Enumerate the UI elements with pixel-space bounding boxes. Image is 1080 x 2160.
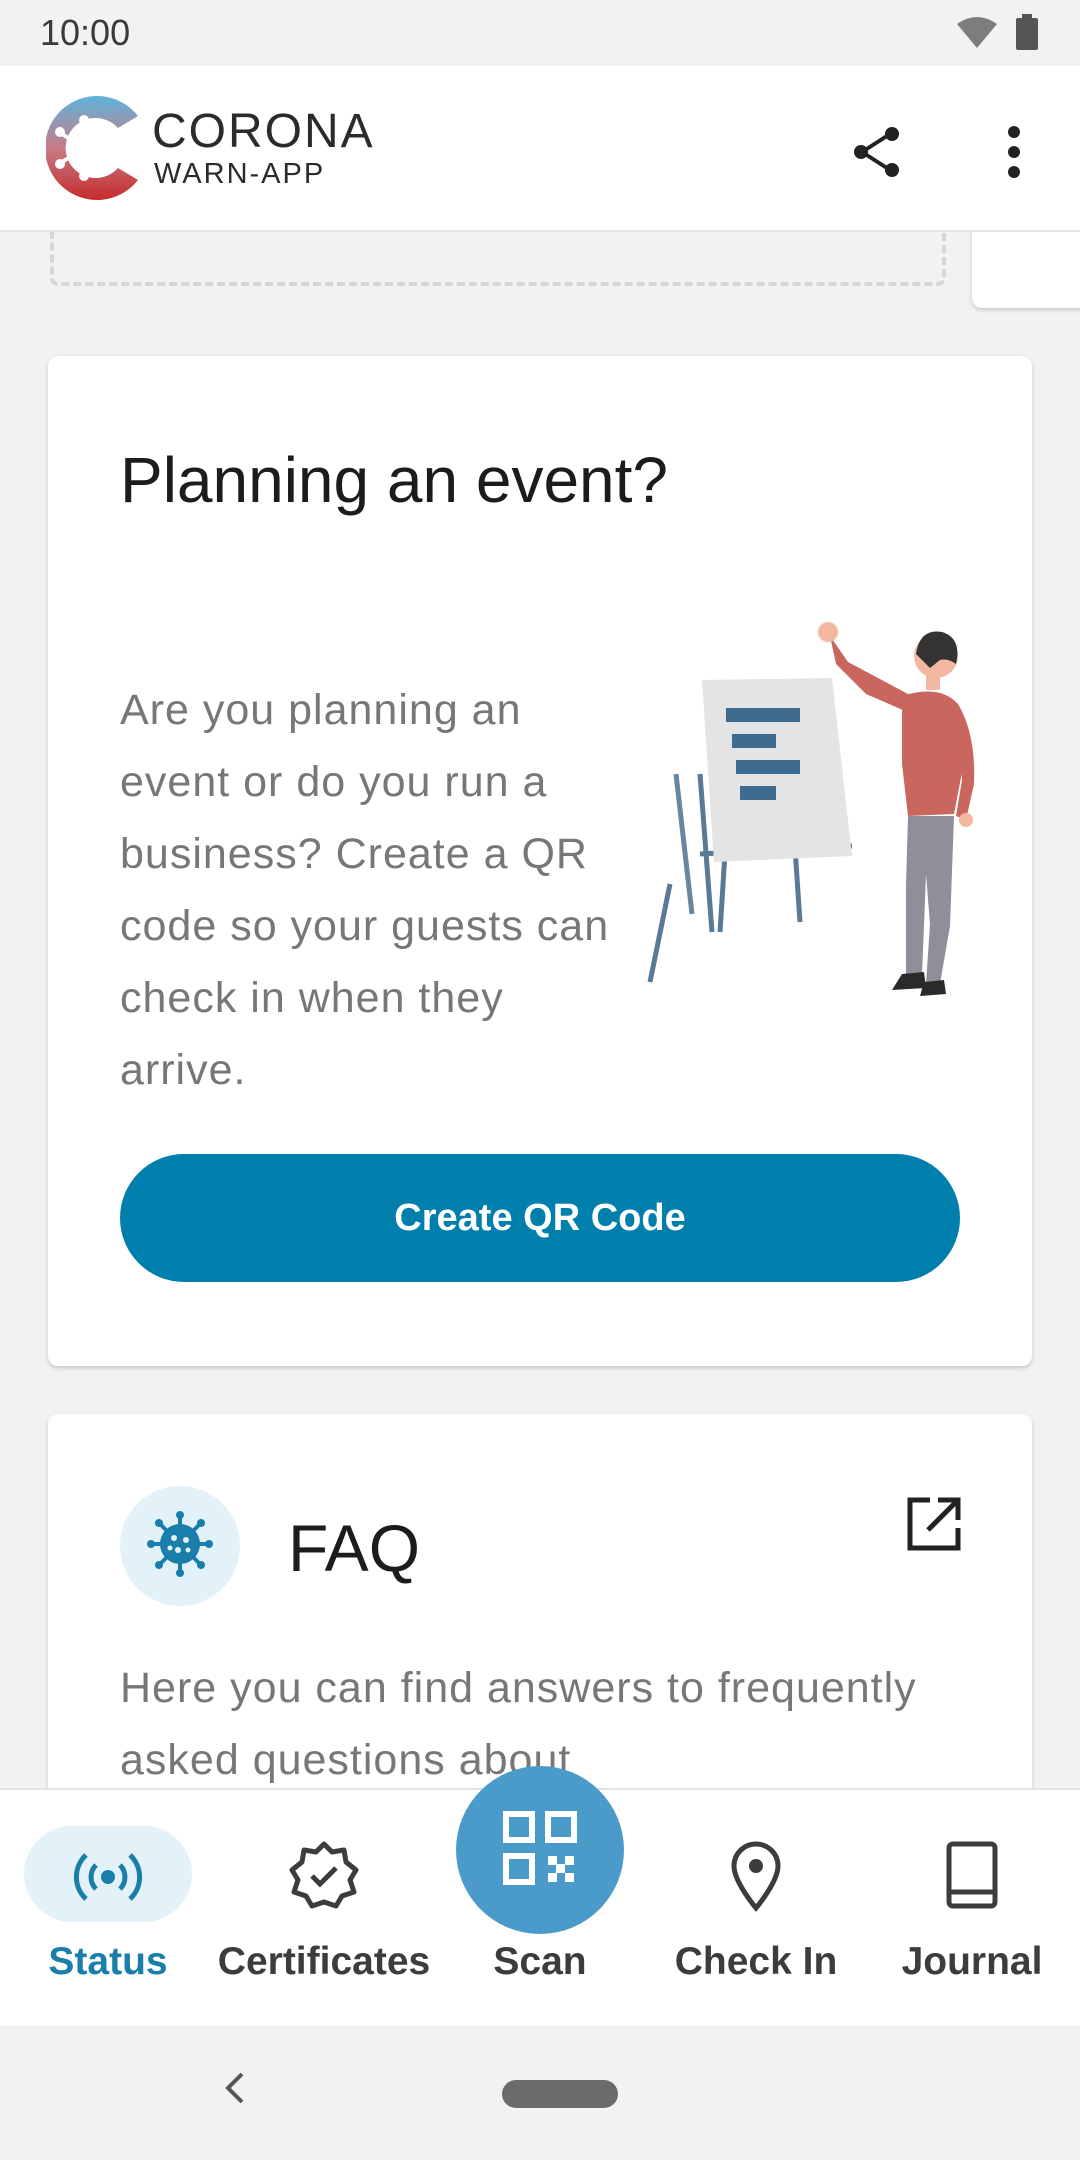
badge-check-icon — [216, 1840, 432, 1912]
app-bar: CORONA WARN-APP — [0, 66, 1080, 232]
create-qr-code-button[interactable]: Create QR Code — [120, 1154, 960, 1282]
status-time: 10:00 — [40, 12, 131, 53]
virus-icon — [146, 1510, 214, 1583]
presenter-illustration — [640, 584, 1020, 1009]
system-navigation-bar — [0, 2026, 1080, 2160]
location-pin-icon — [648, 1840, 864, 1912]
qr-code-icon — [502, 1810, 578, 1891]
bottom-navigation: Status Certificates Scan Check In Journa… — [0, 1766, 1080, 2028]
faq-card[interactable]: FAQ Here you can find answers to frequen… — [48, 1414, 1032, 1788]
nav-label-scan: Scan — [493, 1940, 587, 1983]
share-icon[interactable] — [852, 126, 902, 178]
event-card-title: Planning an event? — [120, 444, 668, 516]
nav-item-status[interactable]: Status — [0, 1790, 216, 2028]
nav-label-journal: Journal — [901, 1940, 1043, 1983]
open-in-new-icon[interactable] — [904, 1494, 964, 1559]
event-card: Planning an event? Are you planning an e… — [48, 356, 1032, 1366]
battery-icon — [1016, 14, 1038, 55]
placeholder-card — [50, 232, 946, 286]
more-vert-icon[interactable] — [996, 124, 1032, 180]
nav-label-status: Status — [48, 1940, 168, 1983]
wifi-icon — [955, 16, 999, 55]
nav-label-check-in: Check In — [674, 1940, 838, 1983]
broadcast-icon — [0, 1850, 216, 1904]
book-icon — [864, 1840, 1080, 1910]
back-icon[interactable] — [222, 2068, 248, 2113]
logo-title: CORONA — [152, 105, 375, 158]
scan-button[interactable] — [456, 1766, 624, 1934]
home-handle[interactable] — [502, 2080, 618, 2108]
nav-item-scan[interactable]: Scan — [432, 1766, 648, 2028]
nav-item-check-in[interactable]: Check In — [648, 1790, 864, 2028]
faq-icon-container — [120, 1486, 240, 1606]
logo-subtitle: WARN-APP — [154, 158, 326, 190]
corona-warn-app-logo — [45, 94, 142, 207]
home-content[interactable]: Planning an event? Are you planning an e… — [0, 232, 1080, 1788]
status-bar: 10:00 — [0, 0, 1080, 66]
faq-title: FAQ — [288, 1511, 421, 1585]
next-card-peek[interactable] — [972, 232, 1080, 308]
nav-item-certificates[interactable]: Certificates — [216, 1790, 432, 2028]
nav-label-certificates: Certificates — [217, 1940, 431, 1983]
nav-item-journal[interactable]: Journal — [864, 1790, 1080, 2028]
event-card-text: Are you planning an event or do you run … — [120, 686, 610, 1094]
